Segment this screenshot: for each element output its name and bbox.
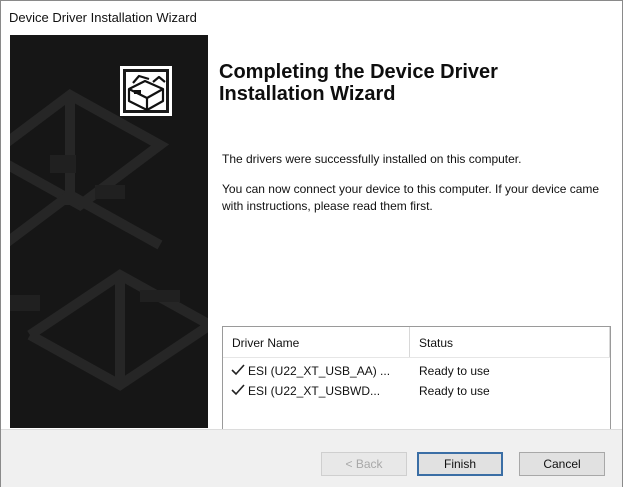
list-item[interactable]: ESI (U22_XT_USBWD... Ready to use — [223, 382, 610, 402]
column-divider[interactable] — [409, 327, 410, 357]
driver-status: Ready to use — [419, 364, 490, 378]
cancel-button[interactable]: Cancel — [519, 452, 605, 476]
driver-list[interactable]: Driver Name Status ESI (U22_XT_USB_AA) .… — [222, 326, 611, 431]
wizard-sidebar-banner — [10, 35, 208, 428]
button-bar: < Back Finish Cancel — [1, 429, 622, 487]
list-item[interactable]: ESI (U22_XT_USB_AA) ... Ready to use — [223, 362, 610, 382]
checkmark-icon — [231, 364, 245, 376]
wizard-box-icon — [120, 66, 172, 116]
wizard-content: Completing the Device Driver Installatio… — [208, 35, 620, 431]
window-title: Device Driver Installation Wizard — [9, 10, 197, 25]
driver-name: ESI (U22_XT_USBWD... — [248, 384, 381, 398]
driver-status: Ready to use — [419, 384, 490, 398]
column-header-driver-name[interactable]: Driver Name — [232, 336, 299, 350]
success-message: The drivers were successfully installed … — [222, 152, 522, 166]
title-bar: Device Driver Installation Wizard — [1, 1, 622, 33]
page-title: Completing the Device Driver Installatio… — [219, 61, 498, 105]
column-header-status[interactable]: Status — [419, 336, 453, 350]
info-message: You can now connect your device to this … — [222, 182, 600, 213]
back-button[interactable]: < Back — [321, 452, 407, 476]
driver-name: ESI (U22_XT_USB_AA) ... — [248, 364, 391, 378]
wizard-window: Device Driver Installation Wizard Comple… — [0, 0, 623, 487]
checkmark-icon — [231, 384, 245, 396]
finish-button[interactable]: Finish — [417, 452, 503, 476]
watermark-graphic — [10, 89, 208, 391]
list-header: Driver Name Status — [223, 327, 610, 358]
column-divider[interactable] — [609, 327, 610, 357]
